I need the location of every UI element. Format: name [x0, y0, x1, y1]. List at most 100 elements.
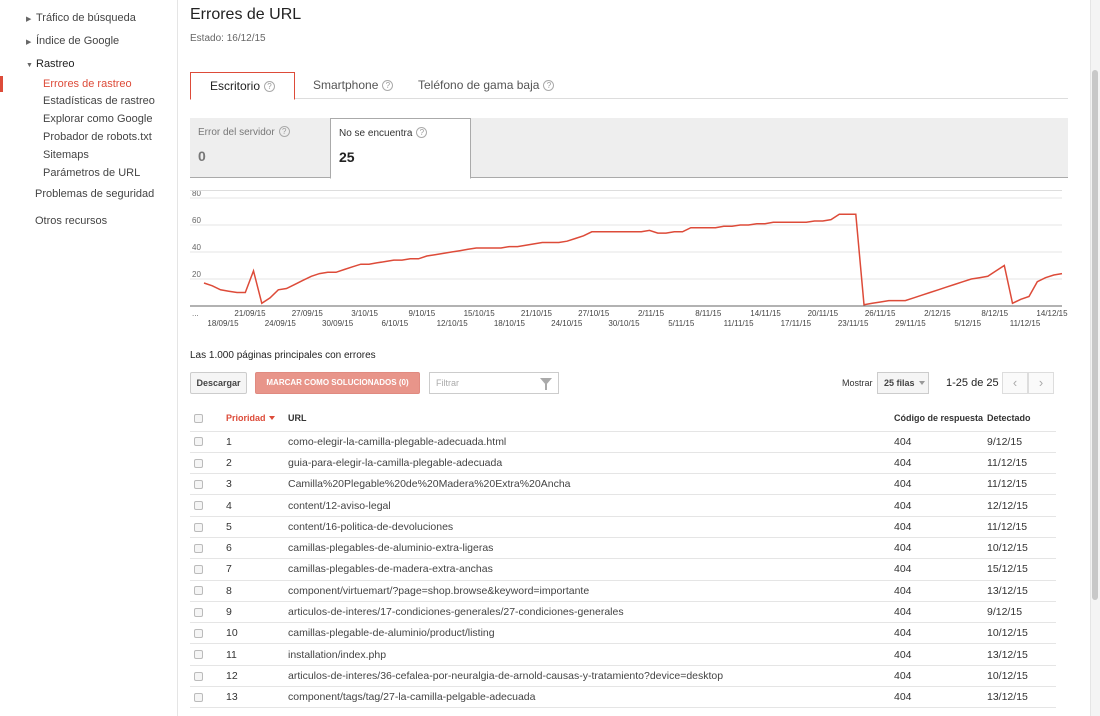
table-row[interactable]: 7 camillas-plegables-de-madera-extra-anch… — [190, 558, 1056, 581]
sidebar-item-rastreo[interactable]: ▼ Rastreo — [26, 58, 75, 70]
row-url[interactable]: como-elegir-la-camilla-plegable-adecuada… — [288, 431, 894, 453]
help-icon[interactable]: ? — [543, 80, 555, 91]
column-url[interactable]: URL — [288, 406, 894, 432]
row-priority: 3 — [226, 473, 288, 496]
row-priority: 5 — [226, 516, 288, 538]
x-tick-label: 21/09/15 — [234, 309, 266, 318]
tab-escritorio[interactable]: Escritorio? — [190, 72, 296, 100]
column-priority[interactable]: Prioridad — [226, 406, 288, 432]
chevron-right-icon: ▶ — [26, 16, 32, 23]
row-priority: 7 — [226, 558, 288, 581]
row-url[interactable]: content/16-politica-de-devoluciones — [288, 516, 894, 538]
sidebar-item-trafico[interactable]: ▶ Tráfico de búsqueda — [26, 12, 136, 24]
row-url[interactable]: installation/index.php — [288, 643, 894, 666]
row-checkbox[interactable] — [194, 671, 203, 681]
table-row[interactable]: 8 component/virtuemart/?page=shop.browse&… — [190, 580, 1056, 602]
table-row[interactable]: 3 Camilla%20Plegable%20de%20Madera%20Extr… — [190, 473, 1056, 496]
x-tick-label: 23/11/15 — [838, 319, 869, 328]
row-url[interactable]: component/tags/tag/27-la-camilla-pelgabl… — [288, 686, 894, 709]
x-tick-label: 3/10/15 — [351, 309, 378, 318]
chevron-down-icon — [918, 381, 925, 385]
help-icon[interactable]: ? — [264, 81, 276, 92]
sidebar-item-parametros[interactable]: Parámetros de URL — [43, 167, 140, 179]
sidebar-item-seguridad[interactable]: Problemas de seguridad — [35, 188, 154, 200]
row-url[interactable]: camillas-plegables-de-madera-extra-ancha… — [288, 558, 894, 581]
table-row[interactable]: 11 installation/index.php 404 13/12/15 — [190, 643, 1056, 666]
chevron-right-icon: › — [1038, 375, 1044, 390]
tab-gama-baja[interactable]: Teléfono de gama baja? — [418, 72, 555, 99]
table-row[interactable]: 2 guia-para-elegir-la-camilla-plegable-ad… — [190, 452, 1056, 475]
x-tick-label: 29/11/15 — [895, 319, 926, 328]
row-url[interactable]: component/virtuemart/?page=shop.browse&k… — [288, 580, 894, 602]
table-row[interactable]: 13 component/tags/tag/27-la-camilla-pelga… — [190, 686, 1056, 709]
table-row[interactable]: 12 articulos-de-interes/36-cefalea-por-ne… — [190, 665, 1056, 688]
table-row[interactable]: 9 articulos-de-interes/17-condiciones-gen… — [190, 601, 1056, 624]
row-detected: 11/12/15 — [987, 516, 1056, 538]
list-toolbar: Descargar MARCAR COMO SOLUCIONADOS (0) F… — [190, 372, 1056, 396]
row-checkbox[interactable] — [194, 437, 203, 447]
table-row[interactable]: 4 content/12-aviso-legal 404 12/12/15 — [190, 494, 1056, 517]
sidebar-item-estadisticas[interactable]: Estadísticas de rastreo — [43, 95, 155, 107]
row-checkbox[interactable] — [194, 479, 203, 489]
table-row[interactable]: 10 camillas-plegable-de-aluminio/product/… — [190, 622, 1056, 645]
row-url[interactable]: content/12-aviso-legal — [288, 494, 894, 517]
scrollbar[interactable] — [1090, 0, 1100, 716]
row-url[interactable]: guia-para-elegir-la-camilla-plegable-ade… — [288, 452, 894, 475]
row-checkbox[interactable] — [194, 692, 203, 702]
select-all-checkbox[interactable] — [194, 414, 203, 424]
prev-page-button[interactable]: ‹ — [1002, 372, 1028, 394]
metric-no-encuentra[interactable]: No se encuentra? 25 — [330, 118, 471, 179]
sidebar-item-robots[interactable]: Probador de robots.txt — [43, 131, 152, 143]
x-axis-ellipsis-right: ... — [1056, 309, 1063, 318]
row-checkbox[interactable] — [194, 522, 203, 532]
chevron-right-icon: ▶ — [26, 39, 32, 46]
table-row[interactable]: 6 camillas-plegables-de-aluminio-extra-li… — [190, 537, 1056, 560]
rows-per-page-select[interactable]: 25 filas — [877, 372, 929, 394]
help-icon[interactable]: ? — [416, 127, 428, 138]
column-response-code[interactable]: Código de respuesta — [894, 406, 987, 432]
table-row[interactable]: 5 content/16-politica-de-devoluciones 404 1… — [190, 516, 1056, 538]
metric-value: 0 — [198, 148, 206, 164]
help-icon[interactable]: ? — [278, 126, 290, 137]
row-priority: 6 — [226, 537, 288, 560]
row-url[interactable]: camillas-plegables-de-aluminio-extra-lig… — [288, 537, 894, 560]
row-checkbox[interactable] — [194, 501, 203, 511]
row-checkbox[interactable] — [194, 565, 203, 575]
metric-error-servidor[interactable]: Error del servidor? 0 — [190, 118, 330, 178]
x-tick-label: 20/11/15 — [808, 309, 839, 318]
row-response-code: 404 — [894, 601, 987, 624]
metric-tabs: Error del servidor? 0 No se encuentra? 2… — [190, 118, 1068, 179]
mark-fixed-button[interactable]: MARCAR COMO SOLUCIONADOS (0) — [255, 372, 420, 394]
help-icon[interactable]: ? — [382, 80, 394, 91]
row-detected: 13/12/15 — [987, 580, 1056, 602]
row-url[interactable]: Camilla%20Plegable%20de%20Madera%20Extra… — [288, 473, 894, 496]
x-tick-label: 17/11/15 — [781, 319, 812, 328]
sidebar-item-sitemaps[interactable]: Sitemaps — [43, 149, 89, 161]
sidebar-item-explorar[interactable]: Explorar como Google — [43, 113, 152, 125]
sidebar-item-errores-rastreo[interactable]: Errores de rastreo — [43, 78, 132, 90]
row-checkbox[interactable] — [194, 629, 203, 639]
tab-smartphone[interactable]: Smartphone? — [313, 72, 394, 99]
row-checkbox[interactable] — [194, 586, 203, 596]
row-url[interactable]: camillas-plegable-de-aluminio/product/li… — [288, 622, 894, 645]
row-checkbox[interactable] — [194, 650, 203, 660]
row-checkbox[interactable] — [194, 607, 203, 617]
sidebar-item-indice[interactable]: ▶ Índice de Google — [26, 35, 119, 47]
x-tick-label: 15/10/15 — [464, 309, 496, 318]
column-detected[interactable]: Detectado — [987, 406, 1056, 432]
sidebar-item-recursos[interactable]: Otros recursos — [35, 215, 107, 227]
table-row[interactable]: 1 como-elegir-la-camilla-plegable-adecuad… — [190, 431, 1056, 453]
download-button[interactable]: Descargar — [190, 372, 247, 394]
row-checkbox[interactable] — [194, 458, 203, 468]
row-priority: 13 — [226, 686, 288, 709]
y-tick-label: 60 — [192, 216, 201, 225]
row-url[interactable]: articulos-de-interes/36-cefalea-por-neur… — [288, 665, 894, 688]
scrollbar-thumb[interactable] — [1092, 70, 1098, 600]
show-label: Mostrar — [842, 378, 873, 388]
next-page-button[interactable]: › — [1028, 372, 1054, 394]
row-response-code: 404 — [894, 494, 987, 517]
row-url[interactable]: articulos-de-interes/17-condiciones-gene… — [288, 601, 894, 624]
x-tick-label: 2/12/15 — [924, 309, 951, 318]
filter-input[interactable]: Filtrar — [429, 372, 559, 394]
row-checkbox[interactable] — [194, 543, 203, 553]
